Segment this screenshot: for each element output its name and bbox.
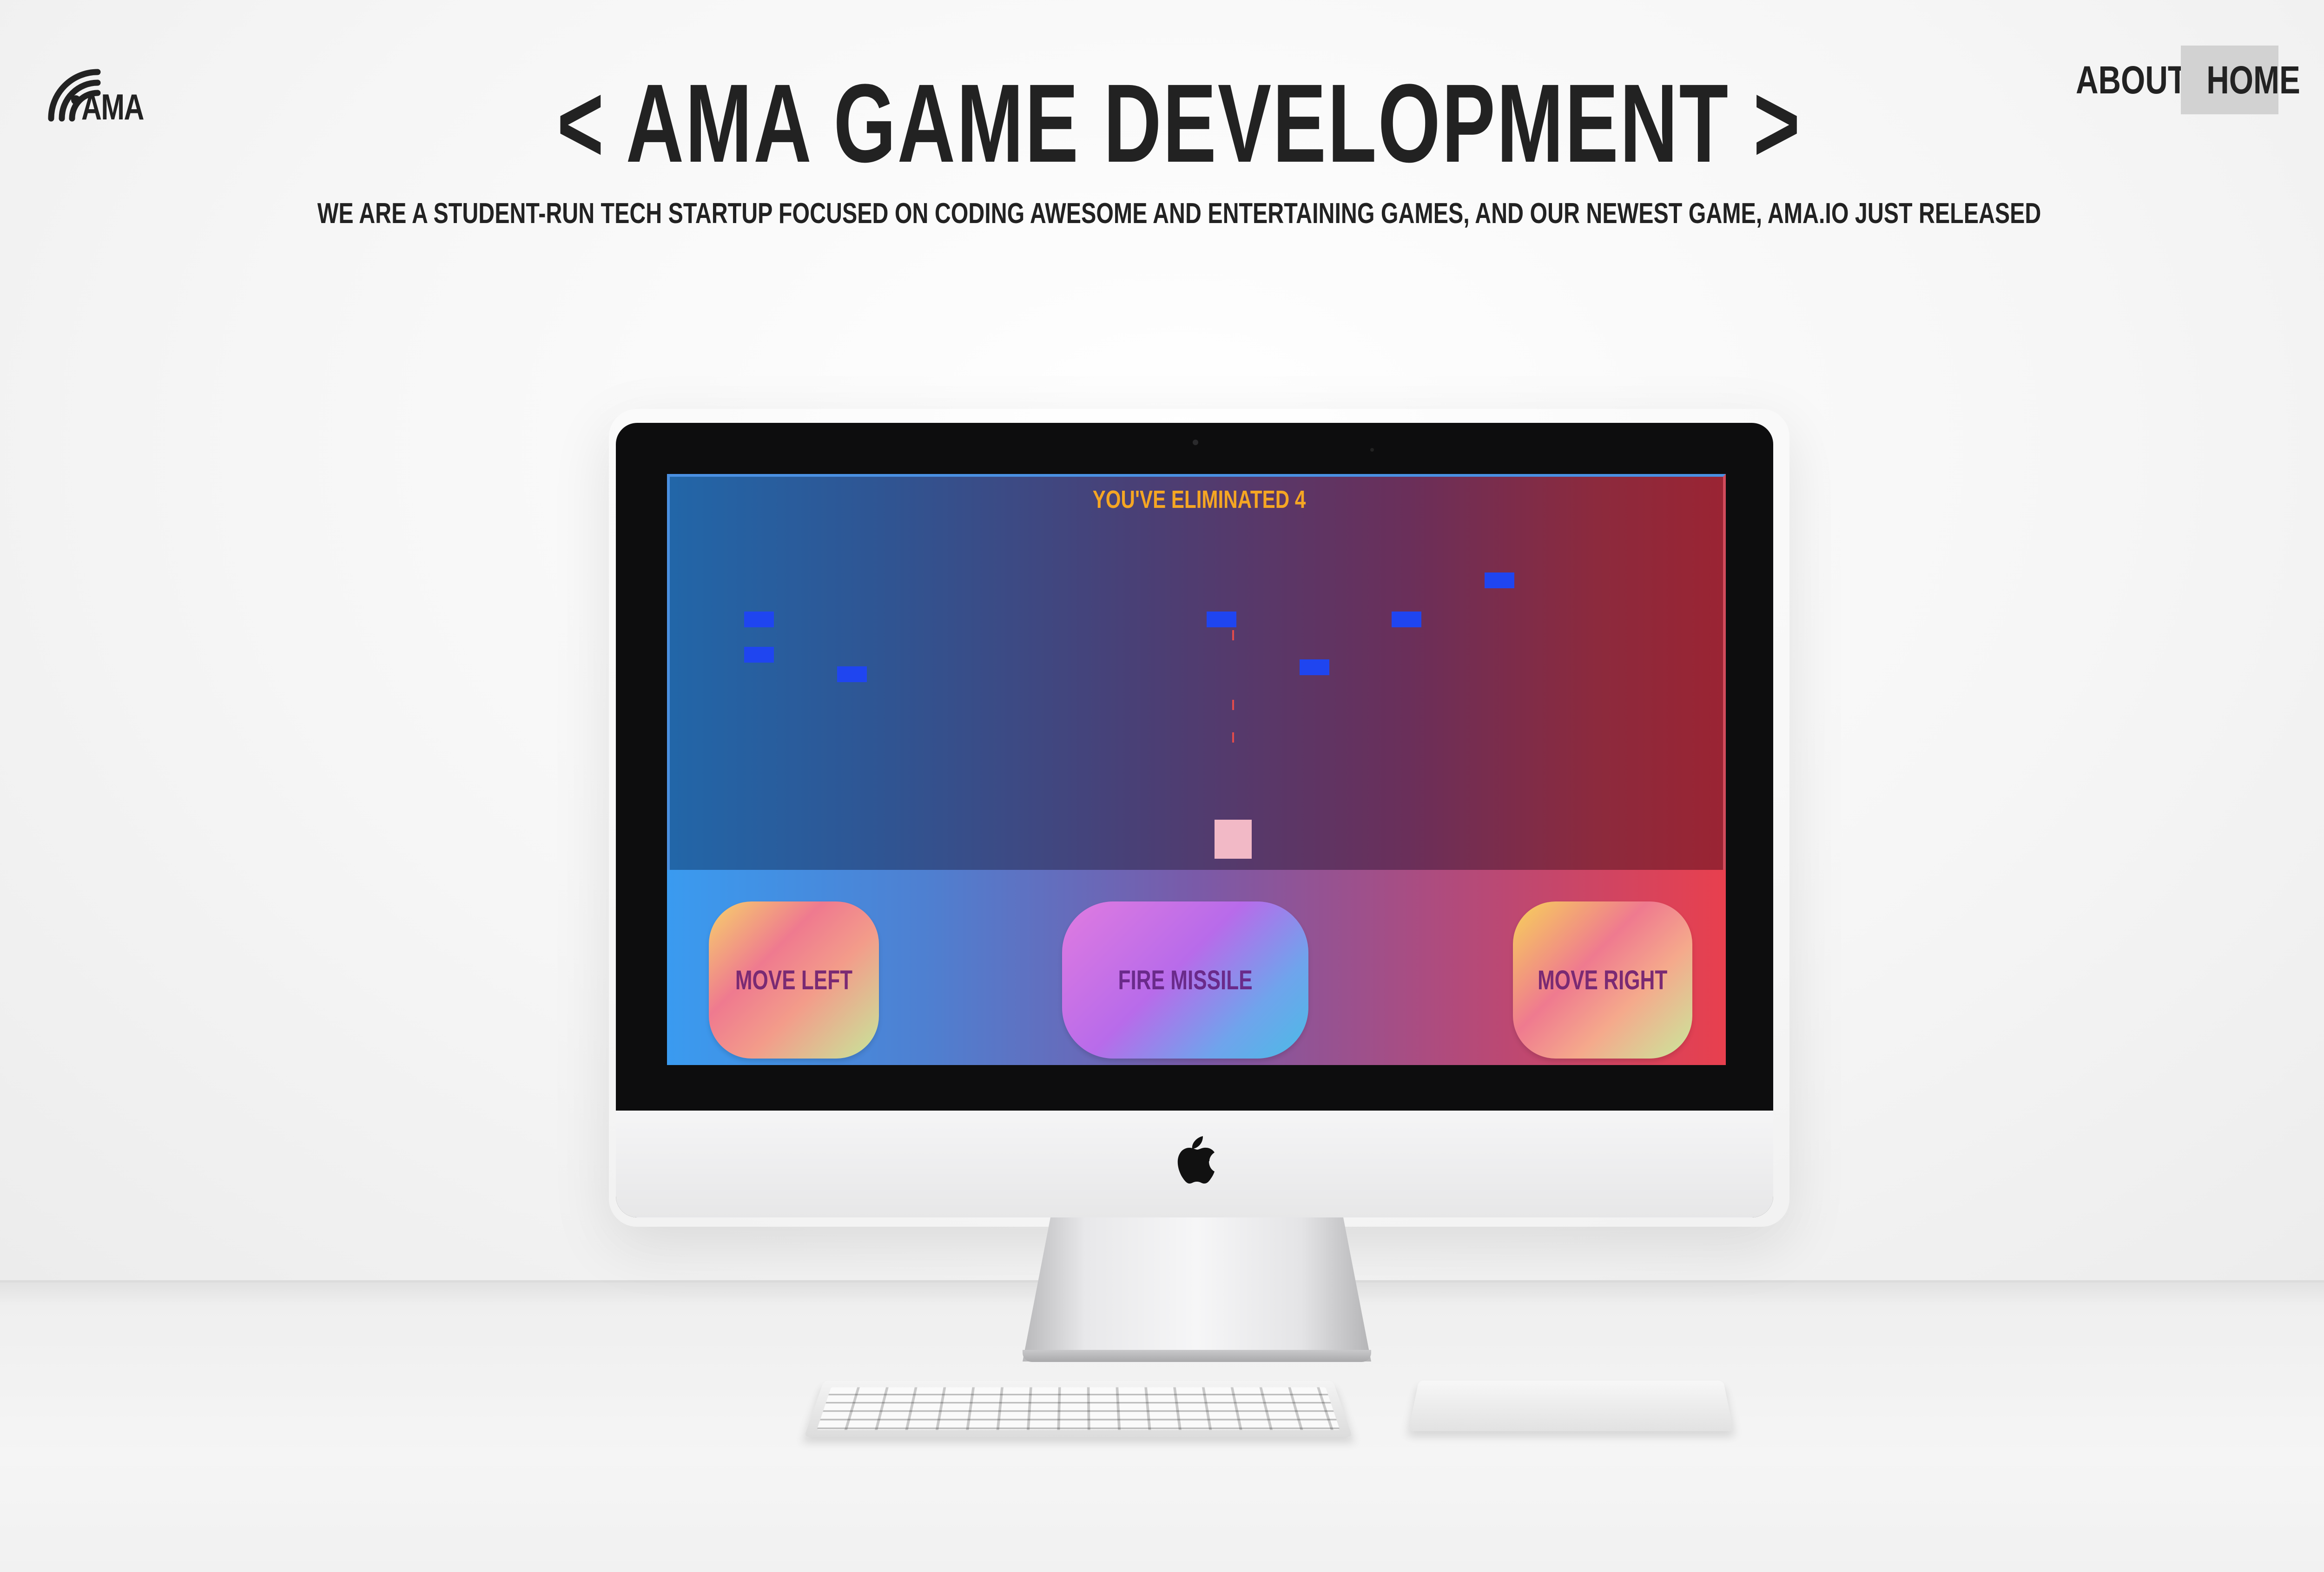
game-canvas[interactable]: YOU'VE ELIMINATED 4 xyxy=(667,474,1726,870)
enemy-block xyxy=(1300,659,1329,675)
missile xyxy=(1232,630,1234,640)
player-ship xyxy=(1215,820,1252,859)
enemy-block xyxy=(744,647,774,663)
page-subtitle: WE ARE A STUDENT-RUN TECH STARTUP FOCUSE… xyxy=(317,197,2041,230)
keyboard xyxy=(804,1381,1353,1437)
move-left-button[interactable]: MOVE LEFT xyxy=(709,901,879,1059)
keyboard-keys xyxy=(817,1387,1340,1430)
enemy-block xyxy=(1392,612,1421,627)
nav-home-link[interactable]: HOME xyxy=(2181,46,2300,114)
monitor-chin xyxy=(616,1111,1773,1217)
fire-missile-label: FIRE MISSILE xyxy=(1118,965,1253,995)
ama-logo[interactable]: AMA xyxy=(44,44,151,132)
score-text: YOU'VE ELIMINATED 4 xyxy=(1092,486,1306,513)
imac-stand xyxy=(1023,1217,1371,1362)
camera-icon xyxy=(1193,440,1198,445)
move-right-label: MOVE RIGHT xyxy=(1538,965,1668,995)
fire-missile-button[interactable]: FIRE MISSILE xyxy=(1062,901,1308,1059)
trackpad xyxy=(1408,1380,1734,1431)
enemy-block xyxy=(837,666,867,682)
page-title: < AMA GAME DEVELOPMENT > xyxy=(557,61,1802,185)
logo-text: AMA xyxy=(81,86,144,127)
enemy-block xyxy=(744,612,774,627)
sensor-dot xyxy=(1370,448,1374,452)
control-panel: MOVE LEFT FIRE MISSILE MOVE RIGHT xyxy=(667,870,1726,1065)
imac-stand-foot xyxy=(1023,1350,1371,1362)
imac-monitor: YOU'VE ELIMINATED 4 MOVE LEFT FIRE MISSI… xyxy=(616,423,1773,1217)
apple-logo-icon xyxy=(1177,1136,1215,1184)
nav-about-link[interactable]: ABOUT xyxy=(2065,46,2187,114)
missile xyxy=(1232,700,1234,710)
enemy-block xyxy=(1207,612,1236,627)
move-right-button[interactable]: MOVE RIGHT xyxy=(1513,901,1692,1059)
nav-home-label: HOME xyxy=(2206,58,2300,102)
top-nav: ABOUT HOME xyxy=(2054,46,2300,114)
game-screen: YOU'VE ELIMINATED 4 MOVE LEFT FIRE MISSI… xyxy=(667,474,1726,1065)
move-left-label: MOVE LEFT xyxy=(735,965,853,995)
missile xyxy=(1232,732,1234,743)
enemy-block xyxy=(1485,572,1514,588)
